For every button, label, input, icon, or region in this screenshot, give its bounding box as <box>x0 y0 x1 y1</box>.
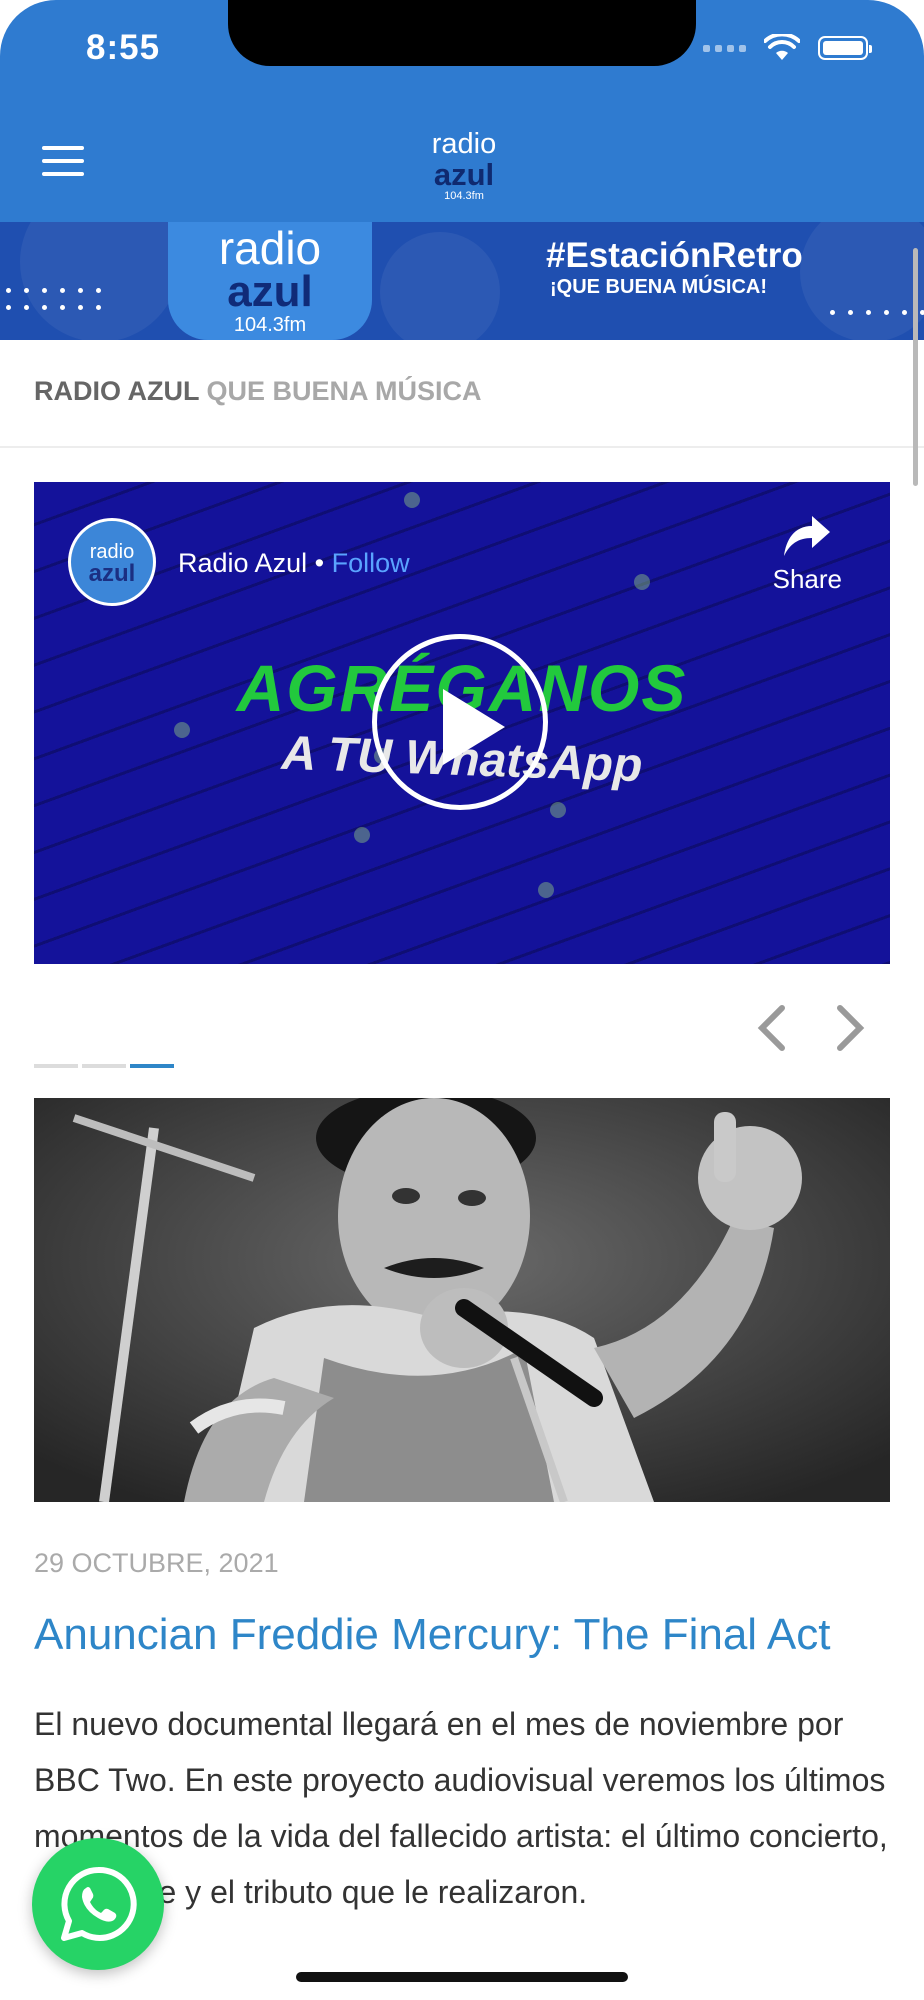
avatar-line2: azul <box>88 560 136 587</box>
app-screen: 8:55 radio azul 104.3fm radio azul 104.3… <box>0 0 924 2000</box>
banner-logo: radio azul 104.3fm <box>168 222 372 340</box>
header-logo-line3: 104.3fm <box>444 190 484 202</box>
banner-hashtag: #EstaciónRetro <box>546 236 803 275</box>
article-image[interactable] <box>34 1098 890 1502</box>
banner-dots-left <box>6 288 114 310</box>
chevron-left-icon[interactable] <box>748 1000 796 1056</box>
banner-tagline: ¡QUE BUENA MÚSICA! <box>550 276 768 298</box>
carousel-indicator-active[interactable] <box>130 1064 174 1068</box>
article-date: 29 OCTUBRE, 2021 <box>34 1548 279 1578</box>
status-icons <box>703 34 872 62</box>
banner-dots-right <box>830 310 924 315</box>
carousel-indicator[interactable] <box>34 1064 78 1068</box>
section-title-light: QUE BUENA MÚSICA <box>206 376 482 406</box>
article-body: El nuevo documental llegará en el mes de… <box>34 1706 888 1910</box>
follow-link[interactable]: Follow <box>332 548 410 578</box>
header-logo: radio azul 104.3fm <box>414 130 514 202</box>
article-title-link[interactable]: Anuncian Freddie Mercury: The Final Act <box>34 1610 830 1660</box>
page-name[interactable]: Radio Azul <box>178 548 307 578</box>
home-indicator[interactable] <box>296 1972 628 1982</box>
top-app-bar: 8:55 radio azul 104.3fm <box>0 0 924 222</box>
share-label: Share <box>772 564 842 594</box>
video-player[interactable]: radio azul Radio Azul • Follow Share AGR… <box>34 482 890 964</box>
cellular-signal-icon <box>703 44 746 52</box>
chevron-right-icon[interactable] <box>826 1000 874 1056</box>
singer-photo <box>34 1098 890 1502</box>
banner-logo-line3: 104.3fm <box>233 314 307 336</box>
whatsapp-button[interactable] <box>32 1838 164 1970</box>
wifi-icon <box>764 34 800 60</box>
carousel-indicators <box>34 1064 174 1068</box>
play-icon[interactable] <box>372 634 548 810</box>
whatsapp-icon <box>61 1866 137 1941</box>
share-icon <box>784 516 831 556</box>
name-separator: • <box>314 548 325 578</box>
promo-banner[interactable]: radio azul 104.3fm #EstaciónRetro ¡QUE B… <box>0 222 924 340</box>
device-notch <box>228 0 696 66</box>
section-title: RADIO AZUL QUE BUENA MÚSICA <box>34 376 482 407</box>
scrollbar[interactable] <box>913 248 918 486</box>
video-page-name: Radio Azul • Follow <box>178 548 410 579</box>
banner-logo-line1: radio <box>218 222 322 274</box>
banner-logo-line2: azul <box>227 267 313 316</box>
carousel-indicator[interactable] <box>82 1064 126 1068</box>
header-logo-line2: azul <box>433 157 495 192</box>
status-time: 8:55 <box>86 28 161 67</box>
battery-icon <box>818 36 872 60</box>
share-button[interactable]: Share <box>773 514 842 595</box>
section-title-bold: RADIO AZUL <box>34 376 199 406</box>
page-avatar[interactable]: radio azul <box>68 518 156 606</box>
menu-icon[interactable] <box>42 146 84 176</box>
section-divider <box>0 446 924 448</box>
header-logo-line1: radio <box>431 128 497 160</box>
